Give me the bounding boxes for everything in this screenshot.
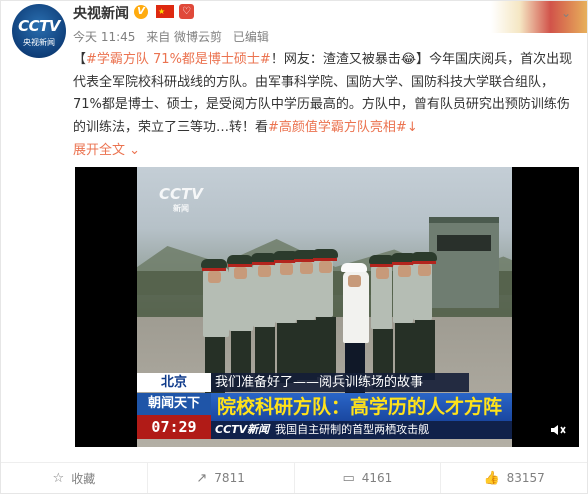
card-decoration [491, 1, 587, 33]
expand-full-text-link[interactable]: 展开全文 ⌄ [73, 139, 140, 158]
avatar-subtitle: 央视新闻 [23, 38, 55, 47]
like-button[interactable]: 👍 83157 [441, 463, 587, 493]
star-icon: ☆ [52, 470, 65, 486]
post-time[interactable]: 今天 11:45 [73, 30, 135, 44]
thumbs-up-icon: 👍 [483, 470, 500, 486]
collect-button[interactable]: ☆ 收藏 [1, 463, 148, 493]
share-count: 7811 [214, 471, 245, 485]
chevron-down-icon: ⌄ [129, 143, 141, 158]
avatar[interactable]: CCTV 央视新闻 [12, 4, 66, 58]
video-player[interactable]: CCTV 新闻 北京 我们准备好了——阅兵训练场的故事 朝闻天下 院校科研方队：高… [75, 167, 579, 447]
program-name: 朝闻天下 [137, 393, 211, 415]
video-frame[interactable]: CCTV 新闻 北京 我们准备好了——阅兵训练场的故事 朝闻天下 院校科研方队：高… [137, 167, 512, 447]
soldier-figure [411, 252, 437, 380]
soldier-figure [391, 253, 417, 383]
caption-strip: 我们准备好了——阅兵训练场的故事 [211, 373, 469, 392]
post-meta: 今天 11:45 来自 微博云剪 已编辑 [73, 28, 276, 45]
soldier-figure [273, 251, 299, 383]
soldier-figure [201, 259, 229, 397]
share-icon: ↗ [196, 470, 208, 486]
mute-icon[interactable] [549, 421, 567, 439]
comment-count: 4161 [361, 471, 393, 485]
soldier-figure [293, 250, 319, 380]
arrow-down-icon[interactable]: ↓ [407, 120, 418, 135]
watermark-sub: 新闻 [173, 204, 189, 213]
topic-link-2[interactable]: #高颜值学霸方队亮相# [268, 120, 407, 135]
bracket-close: 】 [416, 52, 430, 67]
clock-display: 07:29 [137, 415, 211, 439]
author-name[interactable]: 央视新闻 [73, 3, 129, 23]
ticker-text: 我国自主研制的首型两栖攻击舰 [275, 423, 430, 436]
weibo-post-card: ⌄ CCTV 央视新闻 央视新闻 V ★ ♡ 今天 11:45 来自 微博云剪 … [0, 0, 588, 494]
action-bar: ☆ 收藏 ↗ 7811 ▭ 4161 👍 83157 [1, 463, 587, 493]
post-edited[interactable]: 已编辑 [233, 30, 269, 44]
laughing-emoji-icon: 😂 [400, 52, 417, 67]
video-headline: 院校科研方队：高学历的人才方阵 [211, 393, 512, 421]
bracket-open: 【 [73, 52, 87, 67]
expand-label: 展开全文 [73, 143, 126, 158]
soldier-figure [341, 263, 369, 403]
post-text: 【#学霸方队 71%都是博士硕士#！网友：渣渣又被暴击😂】今年国庆阅兵，首次出现… [73, 49, 579, 139]
chevron-down-icon[interactable]: ⌄ [561, 6, 571, 20]
topic-link[interactable]: #学霸方队 71%都是博士硕士# [86, 52, 271, 67]
post-source[interactable]: 来自 微博云剪 [146, 30, 222, 44]
soldier-figure [251, 253, 277, 387]
news-ticker: CCTV新闻 我国自主研制的首型两栖攻击舰 [211, 421, 512, 439]
verified-badge-icon: V [134, 5, 148, 19]
watermark-logo: CCTV [159, 185, 203, 203]
comment-icon: ▭ [342, 470, 355, 486]
like-count: 83157 [506, 471, 545, 485]
avatar-logo: CCTV [18, 17, 60, 35]
share-button[interactable]: ↗ 7811 [148, 463, 295, 493]
ticker-logo: CCTV新闻 [215, 423, 270, 436]
location-tag: 北京 [137, 373, 211, 392]
heart-badge-icon: ♡ [179, 4, 194, 19]
headline-rest: ！网友：渣渣又被暴击 [270, 52, 401, 67]
collect-label: 收藏 [71, 471, 96, 486]
comment-button[interactable]: ▭ 4161 [295, 463, 442, 493]
soldier-figure [312, 249, 338, 377]
soldier-figure [369, 255, 395, 389]
cctv-watermark: CCTV 新闻 [159, 185, 203, 214]
china-flag-icon: ★ [156, 5, 174, 18]
soldier-figure [227, 255, 253, 391]
